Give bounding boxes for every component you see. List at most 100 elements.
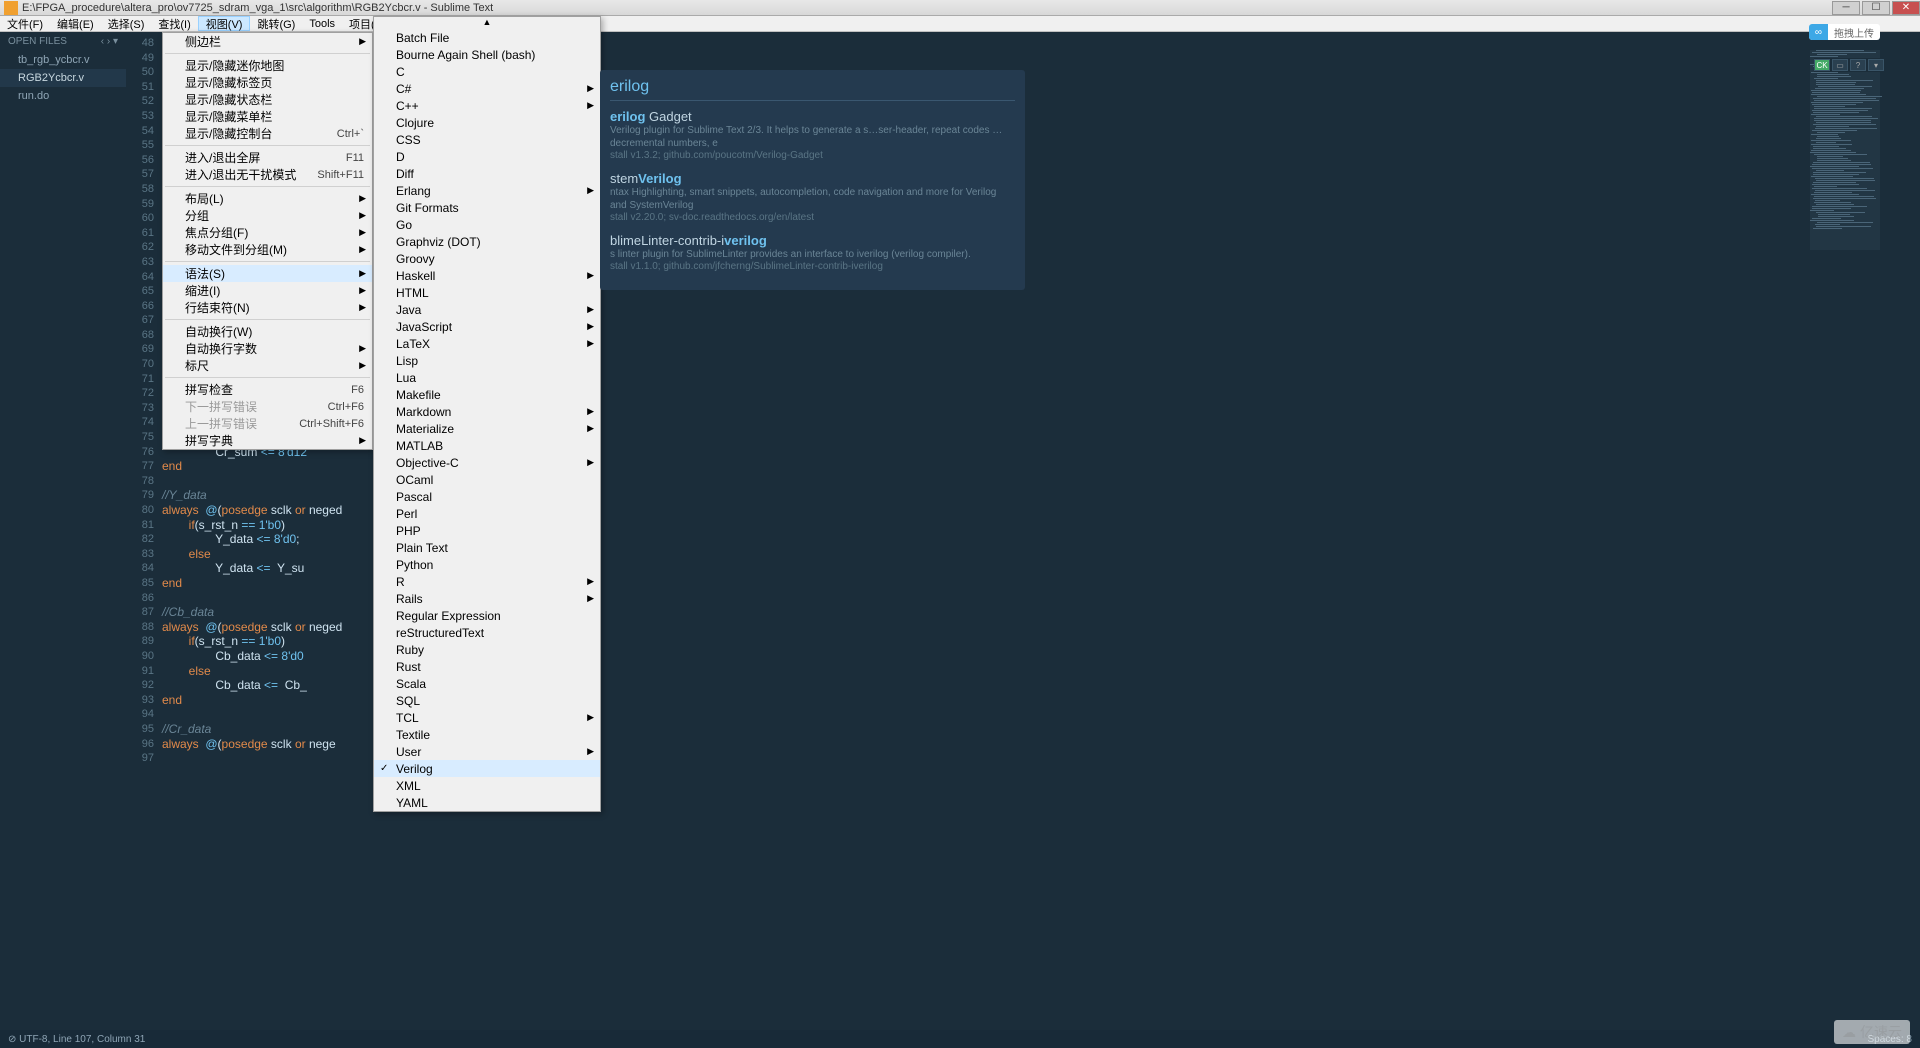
syntax-option[interactable]: Rust: [374, 658, 600, 675]
menu-item[interactable]: 文件(F): [0, 16, 50, 31]
menu-row[interactable]: 显示/隐藏菜单栏: [163, 108, 372, 125]
syntax-option[interactable]: Scala: [374, 675, 600, 692]
syntax-option[interactable]: PHP: [374, 522, 600, 539]
menu-row[interactable]: 自动换行(W): [163, 323, 372, 340]
syntax-option[interactable]: C++▶: [374, 97, 600, 114]
maximize-button[interactable]: ☐: [1862, 1, 1890, 15]
syntax-option[interactable]: Plain Text: [374, 539, 600, 556]
menu-row[interactable]: 拼写字典▶: [163, 432, 372, 449]
menu-bar: 文件(F)编辑(E)选择(S)查找(I)视图(V)跳转(G)Tools项目(P)…: [0, 16, 1920, 32]
open-file-item[interactable]: run.do: [0, 87, 126, 105]
menu-row[interactable]: 拼写检查F6: [163, 381, 372, 398]
syntax-option[interactable]: User▶: [374, 743, 600, 760]
minimap[interactable]: [1810, 50, 1880, 250]
menu-item[interactable]: 查找(I): [151, 16, 197, 31]
mini-icon[interactable]: ▭: [1832, 59, 1848, 71]
menu-row[interactable]: 进入/退出全屏F11: [163, 149, 372, 166]
menu-item[interactable]: 选择(S): [101, 16, 152, 31]
syntax-option[interactable]: Batch File: [374, 29, 600, 46]
menu-row[interactable]: 缩进(I)▶: [163, 282, 372, 299]
syntax-option[interactable]: Perl: [374, 505, 600, 522]
menu-row[interactable]: 显示/隐藏标签页: [163, 74, 372, 91]
menu-row[interactable]: 布局(L)▶: [163, 190, 372, 207]
close-button[interactable]: ✕: [1892, 1, 1920, 15]
syntax-option[interactable]: Markdown▶: [374, 403, 600, 420]
minimize-button[interactable]: ─: [1832, 1, 1860, 15]
status-left: ⊘ UTF-8, Line 107, Column 31: [8, 1034, 145, 1045]
syntax-option[interactable]: Lisp: [374, 352, 600, 369]
syntax-option[interactable]: Lua: [374, 369, 600, 386]
menu-row[interactable]: 分组▶: [163, 207, 372, 224]
syntax-option[interactable]: C: [374, 63, 600, 80]
syntax-option[interactable]: Erlang▶: [374, 182, 600, 199]
menu-row[interactable]: 焦点分组(F)▶: [163, 224, 372, 241]
menu-row[interactable]: 行结束符(N)▶: [163, 299, 372, 316]
package-item[interactable]: erilog GadgetVerilog plugin for Sublime …: [610, 109, 1015, 161]
open-file-item[interactable]: RGB2Ycbcr.v: [0, 69, 126, 87]
syntax-option[interactable]: CSS: [374, 131, 600, 148]
syntax-option[interactable]: Textile: [374, 726, 600, 743]
window-title: E:\FPGA_procedure\altera_pro\ov7725_sdra…: [22, 2, 493, 14]
scroll-up-arrow[interactable]: ▲: [374, 17, 600, 29]
menu-row[interactable]: 显示/隐藏控制台Ctrl+`: [163, 125, 372, 142]
menu-row[interactable]: 语法(S)▶: [163, 265, 372, 282]
syntax-submenu-dropdown[interactable]: ▲Batch FileBourne Again Shell (bash)CC#▶…: [373, 16, 601, 812]
syntax-option[interactable]: LaTeX▶: [374, 335, 600, 352]
menu-row[interactable]: 移动文件到分组(M)▶: [163, 241, 372, 258]
syntax-option[interactable]: YAML: [374, 794, 600, 811]
menu-row[interactable]: 进入/退出无干扰模式Shift+F11: [163, 166, 372, 183]
syntax-option[interactable]: Materialize▶: [374, 420, 600, 437]
sidebar-nav-icons[interactable]: ‹ › ▾: [101, 36, 118, 47]
syntax-option[interactable]: D: [374, 148, 600, 165]
menu-row[interactable]: 侧边栏▶: [163, 33, 372, 50]
menu-row[interactable]: 自动换行字数▶: [163, 340, 372, 357]
status-bar: ⊘ UTF-8, Line 107, Column 31 Spaces: 8: [0, 1030, 1920, 1048]
syntax-option[interactable]: Rails▶: [374, 590, 600, 607]
mini-icon[interactable]: ?: [1850, 59, 1866, 71]
package-item[interactable]: stemVerilogntax Highlighting, smart snip…: [610, 171, 1015, 223]
syntax-option[interactable]: Haskell▶: [374, 267, 600, 284]
menu-item[interactable]: Tools: [302, 16, 342, 31]
menu-item[interactable]: 跳转(G): [250, 16, 302, 31]
syntax-option[interactable]: R▶: [374, 573, 600, 590]
syntax-option[interactable]: XML: [374, 777, 600, 794]
syntax-option[interactable]: OCaml: [374, 471, 600, 488]
syntax-option[interactable]: Regular Expression: [374, 607, 600, 624]
syntax-option[interactable]: TCL▶: [374, 709, 600, 726]
mini-toolbar[interactable]: CK ▭ ? ▾: [1814, 58, 1884, 72]
menu-item[interactable]: 编辑(E): [50, 16, 101, 31]
syntax-option[interactable]: MATLAB: [374, 437, 600, 454]
syntax-option[interactable]: reStructuredText: [374, 624, 600, 641]
cloud-icon[interactable]: ∞: [1809, 24, 1828, 40]
syntax-option[interactable]: Java▶: [374, 301, 600, 318]
syntax-option[interactable]: Clojure: [374, 114, 600, 131]
syntax-option[interactable]: Makefile: [374, 386, 600, 403]
cloud-upload-bar[interactable]: ∞ 拖拽上传: [1809, 24, 1880, 40]
syntax-option[interactable]: JavaScript▶: [374, 318, 600, 335]
menu-item[interactable]: 视图(V): [198, 16, 251, 31]
syntax-option[interactable]: Groovy: [374, 250, 600, 267]
syntax-option[interactable]: SQL: [374, 692, 600, 709]
syntax-option[interactable]: Pascal: [374, 488, 600, 505]
menu-row[interactable]: 标尺▶: [163, 357, 372, 374]
syntax-option[interactable]: Bourne Again Shell (bash): [374, 46, 600, 63]
syntax-option[interactable]: Ruby: [374, 641, 600, 658]
package-search-panel[interactable]: erilog erilog GadgetVerilog plugin for S…: [600, 70, 1025, 290]
syntax-option[interactable]: C#▶: [374, 80, 600, 97]
open-file-item[interactable]: tb_rgb_ycbcr.v: [0, 51, 126, 69]
view-menu-dropdown[interactable]: 侧边栏▶ 显示/隐藏迷你地图显示/隐藏标签页显示/隐藏状态栏显示/隐藏菜单栏显示/…: [162, 32, 373, 450]
cloud-upload-label: 拖拽上传: [1828, 25, 1880, 40]
syntax-option[interactable]: Objective-C▶: [374, 454, 600, 471]
syntax-option[interactable]: Python: [374, 556, 600, 573]
syntax-option[interactable]: HTML: [374, 284, 600, 301]
syntax-option[interactable]: Graphviz (DOT): [374, 233, 600, 250]
syntax-option[interactable]: Git Formats: [374, 199, 600, 216]
watermark: ☁ 亿速云: [1834, 1020, 1910, 1044]
menu-row[interactable]: 显示/隐藏状态栏: [163, 91, 372, 108]
menu-row[interactable]: 显示/隐藏迷你地图: [163, 57, 372, 74]
syntax-option[interactable]: Diff: [374, 165, 600, 182]
syntax-option[interactable]: Go: [374, 216, 600, 233]
package-item[interactable]: blimeLinter-contrib-iverilogs linter plu…: [610, 233, 1015, 272]
syntax-option[interactable]: ✓Verilog: [374, 760, 600, 777]
mini-icon[interactable]: ▾: [1868, 59, 1884, 71]
